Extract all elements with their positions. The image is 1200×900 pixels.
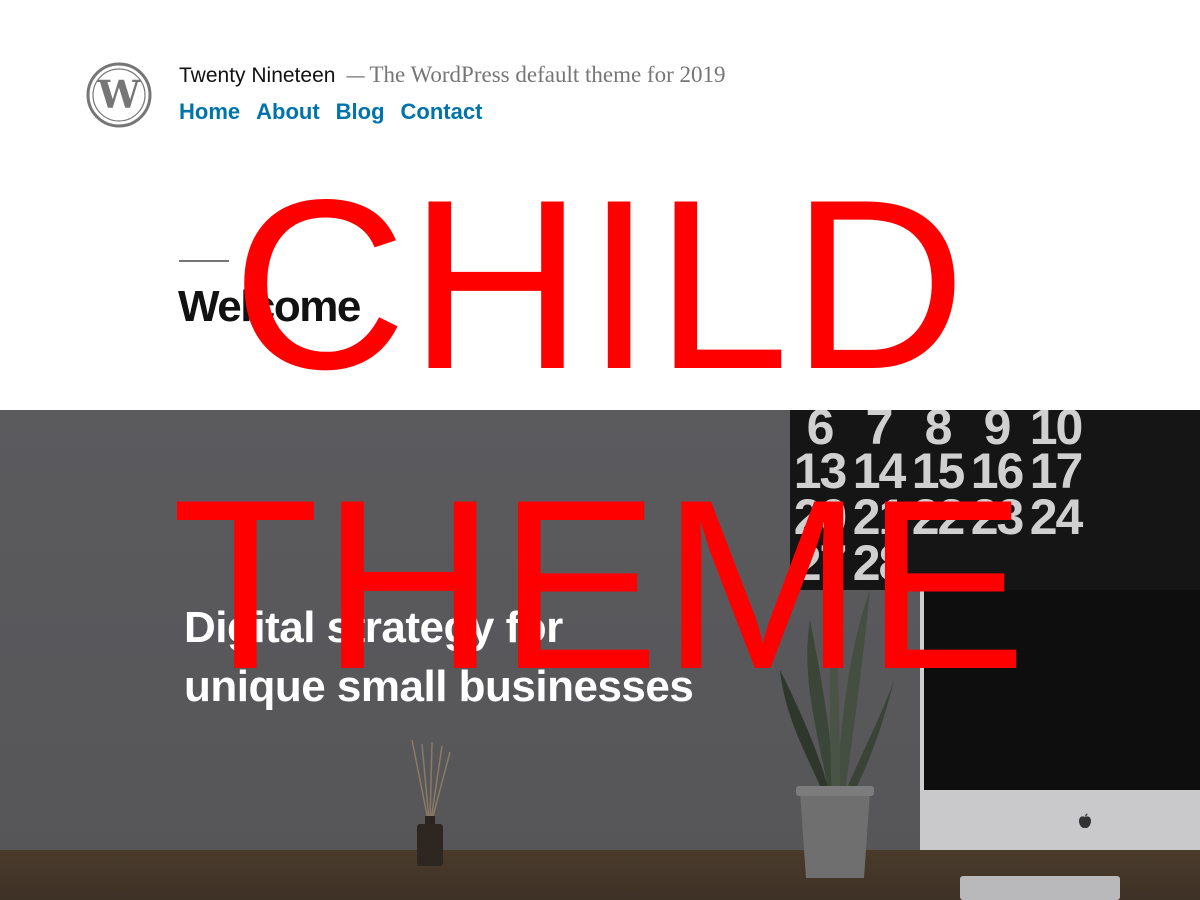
hero-section: 6 7 8 9 10 13 14 15 16 17 20 21 22 23 24… bbox=[0, 410, 1200, 900]
main-navigation: Home About Blog Contact bbox=[179, 99, 482, 125]
hero-heading: Digital strategy for unique small busine… bbox=[184, 598, 694, 716]
nav-item-contact[interactable]: Contact bbox=[401, 99, 483, 125]
page-title: Welcome bbox=[178, 282, 361, 331]
site-branding: Twenty Nineteen — The WordPress default th… bbox=[179, 62, 726, 88]
reed-diffuser-icon bbox=[411, 740, 451, 866]
apple-icon bbox=[1079, 813, 1091, 829]
snake-plant-icon bbox=[780, 570, 894, 878]
calendar-day: 23 bbox=[970, 489, 1025, 545]
hero-heading-line: Digital strategy for bbox=[184, 603, 563, 652]
calendar-day: 24 bbox=[1029, 489, 1084, 545]
nav-item-about[interactable]: About bbox=[256, 99, 320, 125]
calendar-day: 22 bbox=[911, 489, 966, 545]
nav-item-home[interactable]: Home bbox=[179, 99, 240, 125]
site-title-separator: — bbox=[345, 63, 366, 87]
title-divider bbox=[179, 260, 229, 262]
hero-heading-line: unique small businesses bbox=[184, 662, 694, 711]
monitor-chin bbox=[920, 790, 1200, 856]
wordpress-logo-icon[interactable]: W bbox=[86, 62, 152, 128]
svg-text:W: W bbox=[97, 72, 142, 117]
site-description: The WordPress default theme for 2019 bbox=[369, 62, 726, 87]
site-title[interactable]: Twenty Nineteen bbox=[179, 64, 335, 87]
nav-item-blog[interactable]: Blog bbox=[336, 99, 385, 125]
keyboard bbox=[960, 876, 1120, 900]
